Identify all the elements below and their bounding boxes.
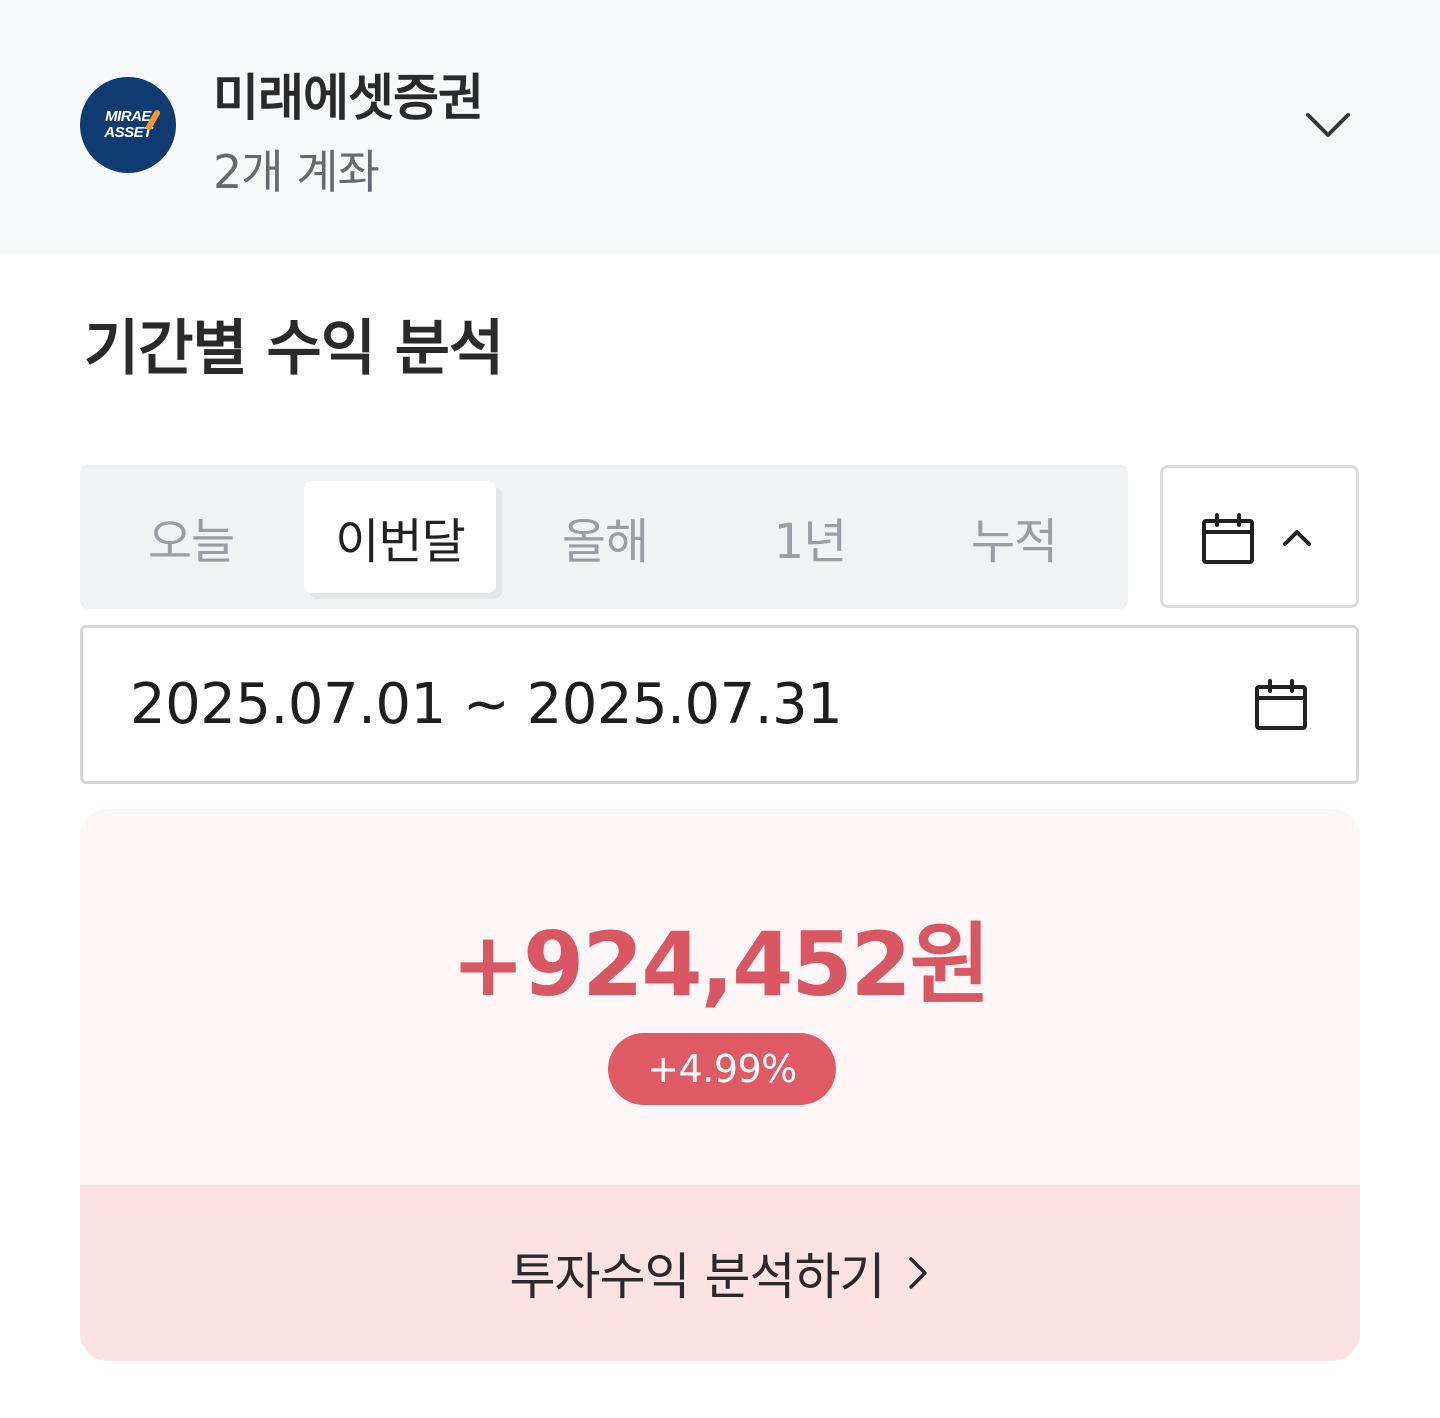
profit-amount: +924,452원 <box>451 913 991 1016</box>
calendar-icon <box>1202 513 1254 564</box>
analyze-investment-button[interactable]: 투자수익 분석하기 <box>80 1185 1360 1361</box>
date-range-field[interactable]: 2025.07.01 ~ 2025.07.31 <box>80 625 1359 784</box>
chevron-up-icon <box>1283 530 1311 546</box>
broker-name: 미래에셋증권 <box>213 69 484 127</box>
chevron-down-icon[interactable] <box>1298 100 1358 150</box>
calendar-icon <box>1255 679 1307 730</box>
calendar-toggle-button[interactable] <box>1160 465 1359 608</box>
analyze-investment-label: 투자수익 분석하기 <box>509 1248 886 1306</box>
tab-today[interactable]: 오늘 <box>95 481 287 593</box>
account-header[interactable]: MIRAE ASSET 미래에셋증권 2개 계좌 <box>0 0 1440 253</box>
profit-rate-badge: +4.99% <box>608 1033 836 1105</box>
tab-this-month[interactable]: 이번달 <box>304 481 496 593</box>
mirae-asset-logo: MIRAE ASSET <box>80 77 176 173</box>
section-title: 기간별 수익 분석 <box>84 314 504 384</box>
tab-this-year[interactable]: 올해 <box>509 481 701 593</box>
tab-one-year[interactable]: 1년 <box>714 481 906 593</box>
profit-summary-card: +924,452원 +4.99% 투자수익 분석하기 <box>80 809 1360 1361</box>
date-range-text: 2025.07.01 ~ 2025.07.31 <box>130 672 843 737</box>
chevron-right-icon <box>909 1257 928 1289</box>
logo-text-line2: ASSET <box>104 124 152 141</box>
account-count: 2개 계좌 <box>213 145 380 199</box>
tab-cumulative[interactable]: 누적 <box>918 481 1110 593</box>
period-tabs: 오늘 이번달 올해 1년 누적 <box>80 465 1128 609</box>
logo-text-line1: MIRAE <box>105 108 151 125</box>
